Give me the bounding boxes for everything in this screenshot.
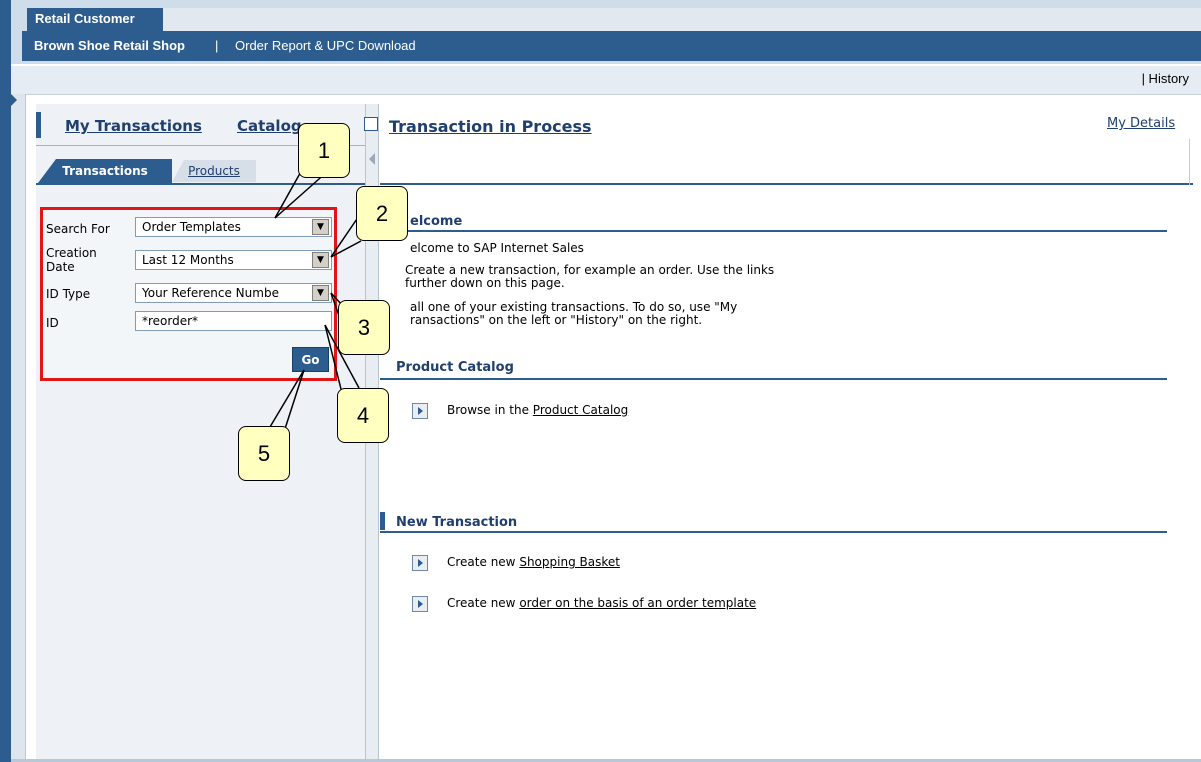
search-for-select[interactable]: Order Templates (135, 217, 332, 237)
search-for-value: Order Templates (142, 220, 241, 234)
new-transaction-underline (380, 531, 1167, 533)
collapse-strip[interactable] (11, 94, 26, 762)
order-template-link[interactable]: order on the basis of an order template (519, 596, 756, 610)
callout-5: 5 (238, 426, 290, 481)
create-new-prefix: Create new (447, 555, 516, 569)
welcome-line-3b: ransactions" on the left or "History" on… (410, 313, 703, 327)
expand-arrow-icon[interactable] (11, 94, 17, 106)
callout-3: 3 (338, 300, 390, 355)
id-type-label: ID Type (46, 287, 91, 301)
history-bar (11, 66, 1201, 95)
catalog-link[interactable]: Catalog (237, 117, 302, 135)
creation-date-select[interactable]: Last 12 Months (135, 250, 332, 270)
my-transactions-link[interactable]: My Transactions (65, 117, 202, 135)
id-input-value: *reorder* (142, 314, 199, 328)
transaction-icon (364, 117, 378, 131)
section-accent (380, 512, 385, 530)
welcome-title: elcome (410, 214, 463, 229)
chevron-down-icon[interactable]: ▼ (312, 252, 329, 268)
id-label: ID (46, 316, 59, 330)
play-arrow-icon[interactable] (412, 555, 428, 571)
id-input[interactable]: *reorder* (135, 311, 332, 331)
header-tab-retail-customer[interactable]: Retail Customer (27, 8, 163, 31)
chevron-down-icon[interactable]: ▼ (312, 219, 329, 235)
create-new-prefix: Create new (447, 596, 516, 610)
play-arrow-icon[interactable] (412, 596, 428, 612)
my-details-link[interactable]: My Details (1107, 116, 1175, 131)
callout-1: 1 (298, 123, 350, 178)
order-report-link[interactable]: Order Report & UPC Download (235, 31, 416, 61)
new-basket-row: Create new Shopping Basket (447, 556, 620, 569)
header-nav-bar: Brown Shoe Retail Shop | Order Report & … (22, 31, 1201, 61)
chevron-down-icon[interactable]: ▼ (312, 285, 329, 301)
new-transaction-title: New Transaction (396, 515, 518, 530)
callout-2: 2 (356, 186, 408, 241)
welcome-line-2b: further down on this page. (405, 276, 565, 290)
history-link[interactable]: | History (1142, 71, 1189, 86)
header-tab-strip (163, 8, 1201, 32)
tab-underline (36, 183, 365, 185)
new-order-template-row: Create new order on the basis of an orde… (447, 597, 756, 610)
scroll-edge (1189, 139, 1190, 185)
shopping-basket-link[interactable]: Shopping Basket (519, 555, 620, 569)
play-arrow-icon[interactable] (412, 403, 428, 419)
creation-date-value: Last 12 Months (142, 253, 234, 267)
creation-date-label-2: Date (46, 260, 75, 274)
left-panel (36, 104, 365, 762)
product-catalog-underline (380, 378, 1167, 380)
product-catalog-link[interactable]: Product Catalog (533, 403, 628, 417)
tab-products[interactable]: Products (172, 160, 256, 182)
collapse-left-icon[interactable] (369, 153, 375, 165)
welcome-line-1: elcome to SAP Internet Sales (410, 241, 584, 255)
browse-row: Browse in the Product Catalog (447, 404, 628, 417)
creation-date-label-1: Creation (46, 246, 97, 260)
id-type-value: Your Reference Numbe (142, 286, 279, 300)
welcome-underline (380, 230, 1167, 232)
go-button[interactable]: Go (292, 347, 329, 372)
nav-separator: | (215, 38, 219, 53)
transaction-in-process-title[interactable]: Transaction in Process (389, 117, 592, 136)
id-type-select[interactable]: Your Reference Numbe (135, 283, 332, 303)
product-catalog-title: Product Catalog (396, 360, 514, 375)
left-frame-bar (0, 0, 11, 762)
title-accent (36, 112, 41, 138)
search-for-label: Search For (46, 222, 110, 236)
browse-prefix: Browse in the (447, 403, 529, 417)
shop-name-link[interactable]: Brown Shoe Retail Shop (34, 31, 185, 61)
callout-4: 4 (337, 388, 389, 443)
title-underline (380, 183, 1193, 185)
tab-transactions[interactable]: Transactions (38, 159, 172, 183)
